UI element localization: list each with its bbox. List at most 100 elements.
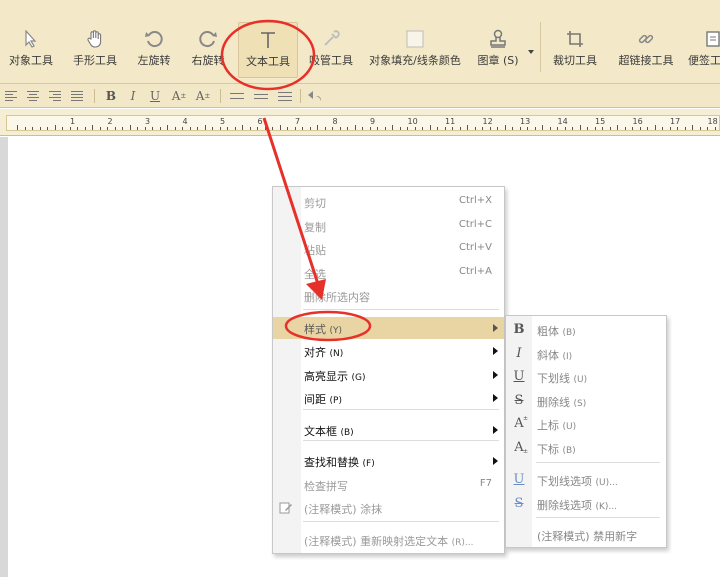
context-menu-item[interactable]: 删除所选内容	[273, 285, 504, 307]
eyedropper-tool-label: 吸管工具	[309, 54, 353, 67]
ruler-number: 14	[557, 117, 568, 126]
ruler-tick	[54, 125, 56, 130]
ruler-tick	[114, 127, 116, 130]
context-menu-item[interactable]: 剪切 Ctrl+X	[273, 191, 504, 213]
bold-button[interactable]: B	[102, 87, 120, 105]
toolbar-separator	[540, 22, 541, 72]
object-tool-button[interactable]: 对象工具	[4, 10, 58, 76]
note-tool-button[interactable]: 便签工	[688, 10, 720, 76]
submenu-item[interactable]: B 粗体 (B)	[506, 319, 666, 341]
context-menu-item[interactable]: 检查拼写 F7	[273, 474, 504, 496]
stamp-label: 图章 (S)	[477, 54, 519, 67]
undo-icon[interactable]	[306, 87, 324, 105]
context-menu-item[interactable]: 粘贴 Ctrl+V	[273, 238, 504, 260]
eyedropper-tool-button[interactable]: 吸管工具	[304, 10, 358, 76]
context-menu-item[interactable]: 复制 Ctrl+C	[273, 215, 504, 237]
rotate-left-button[interactable]: 左旋转	[130, 10, 178, 76]
submenu-item[interactable]: S 删除线 (S)	[506, 390, 666, 412]
submenu-item-label: 删除线	[537, 396, 570, 409]
ruler-tick	[24, 127, 26, 130]
submenu-item[interactable]: (注释模式) 禁用新字	[506, 524, 666, 546]
context-menu-item[interactable]: 全选 Ctrl+A	[273, 262, 504, 284]
menu-item-label: 高亮显示	[304, 370, 348, 383]
crop-tool-button[interactable]: 裁切工具	[548, 10, 602, 76]
context-menu-item[interactable]: 样式 (Y)	[273, 317, 504, 339]
submenu-arrow-icon	[493, 426, 498, 434]
superscript-mark: ±	[180, 92, 187, 100]
align-center-icon[interactable]	[24, 87, 42, 105]
context-menu-item[interactable]: (注释模式) 涂抹	[273, 497, 504, 519]
rotate-right-button[interactable]: 右旋转	[184, 10, 232, 76]
menu-separator	[303, 409, 499, 410]
subscript-mark: ±	[204, 92, 211, 100]
menu-item-label: 全选	[304, 268, 326, 281]
note-icon	[702, 28, 720, 50]
submenu-item[interactable]: U 下划线选项 (U)...	[506, 469, 666, 491]
menu-item-hotkey: (Y)	[329, 326, 343, 336]
ruler-tick	[317, 125, 318, 130]
menu-item-hotkey: (G)	[351, 373, 366, 383]
bold-icon: B	[513, 322, 525, 337]
context-menu-item[interactable]: 间距 (P)	[273, 387, 504, 409]
ruler-tick	[534, 127, 536, 130]
subscript-button[interactable]: A ±	[194, 87, 212, 105]
menu-item-label: 剪切	[304, 197, 326, 210]
ruler-tick	[377, 127, 378, 130]
italic-button[interactable]: I	[124, 87, 142, 105]
indent-icon[interactable]	[276, 87, 294, 105]
ruler-tick	[519, 127, 521, 130]
submenu-item-label: 下划线	[537, 372, 570, 385]
superscript-button[interactable]: A ±	[170, 87, 188, 105]
ruler-tick	[339, 127, 341, 130]
ruler-tick	[309, 127, 311, 130]
ruler: 1 2 3 4 5 6 7 8 9 10 11 12 13 14 15 16 17 18	[0, 109, 720, 136]
link-tool-button[interactable]: 超链接工具	[614, 10, 678, 76]
main-toolbar: 对象工具 手形工具 左旋转 右旋转 文本工具 吸管工具 对象填充/线条颜色 图章…	[0, 0, 720, 84]
ruler-tick	[474, 127, 476, 130]
strikethrough-icon: S	[514, 393, 524, 408]
ruler-number: 13	[520, 117, 531, 126]
align-justify-icon[interactable]	[68, 87, 86, 105]
menu-item-shortcut: Ctrl+C	[458, 219, 492, 230]
align-left-icon[interactable]	[2, 87, 20, 105]
context-menu-item[interactable]: (注释模式) 重新映射选定文本 (R)...	[273, 529, 504, 551]
underline-button[interactable]: U	[146, 87, 164, 105]
ruler-tick	[99, 127, 101, 130]
submenu-item[interactable]: U 下划线 (U)	[506, 366, 666, 388]
rotate-right-label: 右旋转	[191, 54, 225, 67]
rotate-right-icon	[197, 28, 219, 50]
ruler-tick	[692, 125, 693, 130]
hand-tool-label: 手形工具	[73, 54, 117, 67]
submenu-item-label: 删除线选项	[537, 499, 592, 512]
ruler-tick	[444, 127, 446, 130]
eyedropper-icon	[320, 28, 342, 50]
menu-item-shortcut: Ctrl+X	[458, 195, 492, 206]
ruler-number: 11	[445, 117, 456, 126]
submenu-item-hotkey: (K)...	[595, 502, 618, 512]
ruler-tick	[564, 127, 566, 130]
stamp-button[interactable]: 图章 (S)	[472, 10, 524, 76]
submenu-separator	[536, 517, 660, 518]
submenu-arrow-icon	[493, 371, 498, 379]
text-tool-button[interactable]: 文本工具	[238, 22, 298, 78]
submenu-item[interactable]: A ± 下标 (B)	[506, 437, 666, 459]
ruler-tick	[227, 127, 228, 130]
stamp-dropdown-caret[interactable]	[528, 50, 534, 54]
menu-item-shortcut: Ctrl+V	[458, 242, 492, 253]
context-menu-item[interactable]: 文本框 (B)	[273, 419, 504, 441]
context-menu-item[interactable]: 对齐 (N)	[273, 340, 504, 362]
menu-item-label: (注释模式) 涂抹	[304, 503, 383, 516]
ruler-number: 17	[670, 117, 681, 126]
ruler-tick	[287, 127, 288, 130]
hand-tool-button[interactable]: 手形工具	[68, 10, 122, 76]
submenu-item[interactable]: A ± 上标 (U)	[506, 413, 666, 435]
context-menu-item[interactable]: 查找和替换 (F)	[273, 450, 504, 472]
ruler-number: 3	[145, 117, 151, 126]
submenu-item[interactable]: I 斜体 (I)	[506, 343, 666, 365]
fill-color-button[interactable]: 对象填充/线条颜色	[368, 10, 462, 76]
paragraph-spacing-icon[interactable]	[252, 87, 270, 105]
align-right-icon[interactable]	[46, 87, 64, 105]
line-spacing-icon[interactable]	[228, 87, 246, 105]
submenu-item[interactable]: S 删除线选项 (K)...	[506, 493, 666, 515]
context-menu-item[interactable]: 高亮显示 (G)	[273, 364, 504, 386]
